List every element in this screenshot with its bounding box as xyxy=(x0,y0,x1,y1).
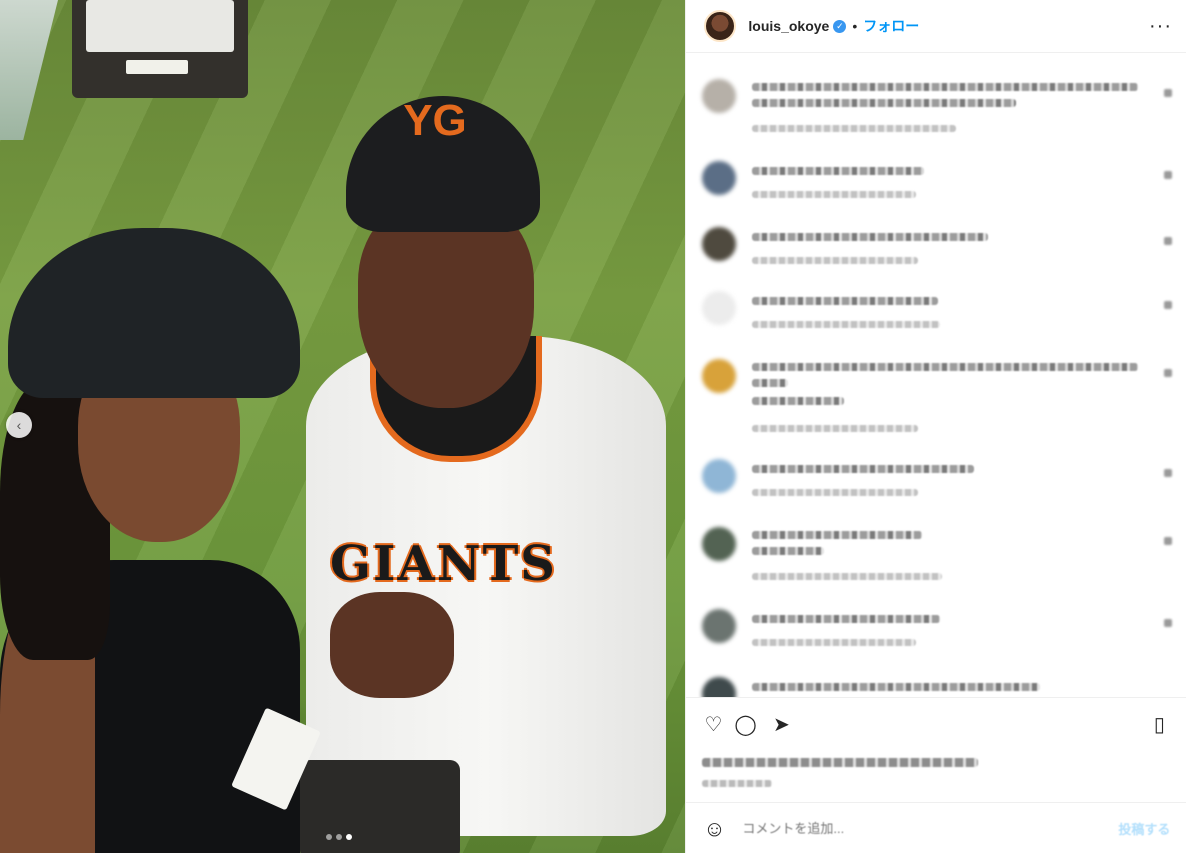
heart-icon[interactable] xyxy=(1164,89,1173,97)
avatar[interactable] xyxy=(702,291,737,325)
add-comment-bar: ☺ 投稿する xyxy=(686,802,1186,854)
stadium-wall xyxy=(0,0,58,140)
heart-icon[interactable] xyxy=(1164,237,1173,245)
post-comment-button[interactable]: 投稿する xyxy=(1118,819,1170,838)
likes-count[interactable] xyxy=(702,758,979,767)
heart-icon[interactable] xyxy=(1164,619,1173,627)
avatar[interactable] xyxy=(702,459,737,493)
carousel-dot-active xyxy=(346,834,352,840)
avatar[interactable] xyxy=(702,609,737,643)
bucket-hat xyxy=(8,228,300,398)
post-sidebar: louis_okoye ✓ • フォロー ··· ♡ ◯ ➤ ▯ ☺ コメントを… xyxy=(685,0,1186,853)
heart-icon[interactable] xyxy=(1164,171,1173,179)
comment-input[interactable] xyxy=(740,820,1105,837)
carousel-dots xyxy=(326,834,352,840)
jersey-text: GIANTS xyxy=(330,536,557,592)
heart-icon[interactable]: ♡ xyxy=(702,714,724,736)
thumbs-up-hand xyxy=(330,592,454,698)
carousel-dot xyxy=(336,834,342,840)
action-bar: ♡ ◯ ➤ ▯ xyxy=(686,697,1186,802)
post-photo[interactable]: GIANTS YG ‹ xyxy=(0,0,686,853)
heart-icon[interactable] xyxy=(1164,537,1173,545)
post-date xyxy=(702,780,773,787)
post-header: louis_okoye ✓ • フォロー ··· xyxy=(686,0,1186,53)
share-icon[interactable]: ➤ xyxy=(770,714,792,736)
follow-button[interactable]: フォロー xyxy=(863,16,919,36)
heart-icon[interactable] xyxy=(1164,301,1173,309)
comment-icon[interactable]: ◯ xyxy=(734,714,756,736)
chevron-left-icon[interactable]: ‹ xyxy=(6,412,32,438)
separator: • xyxy=(852,18,858,34)
comments-list[interactable] xyxy=(686,53,1186,697)
instagram-post: GIANTS YG ‹ louis_okoye ✓ • フォロー ··· ♡ ◯… xyxy=(0,0,1186,853)
avatar[interactable] xyxy=(702,527,737,561)
avatar[interactable] xyxy=(702,161,737,195)
cap-logo: YG xyxy=(403,96,467,145)
truck xyxy=(72,0,248,98)
player-legs xyxy=(300,760,460,853)
heart-icon[interactable] xyxy=(1164,469,1173,477)
carousel-dot xyxy=(326,834,332,840)
emoji-icon[interactable]: ☺ xyxy=(702,816,726,841)
avatar[interactable] xyxy=(704,10,737,42)
avatar[interactable] xyxy=(702,359,737,393)
avatar[interactable] xyxy=(702,227,737,261)
more-options-icon[interactable]: ··· xyxy=(1149,16,1172,36)
avatar[interactable] xyxy=(702,677,737,697)
verified-badge-icon: ✓ xyxy=(833,19,847,33)
heart-icon[interactable] xyxy=(1164,369,1173,377)
username-link[interactable]: louis_okoye xyxy=(748,18,829,34)
bookmark-icon[interactable]: ▯ xyxy=(1148,714,1170,736)
avatar[interactable] xyxy=(702,79,737,113)
